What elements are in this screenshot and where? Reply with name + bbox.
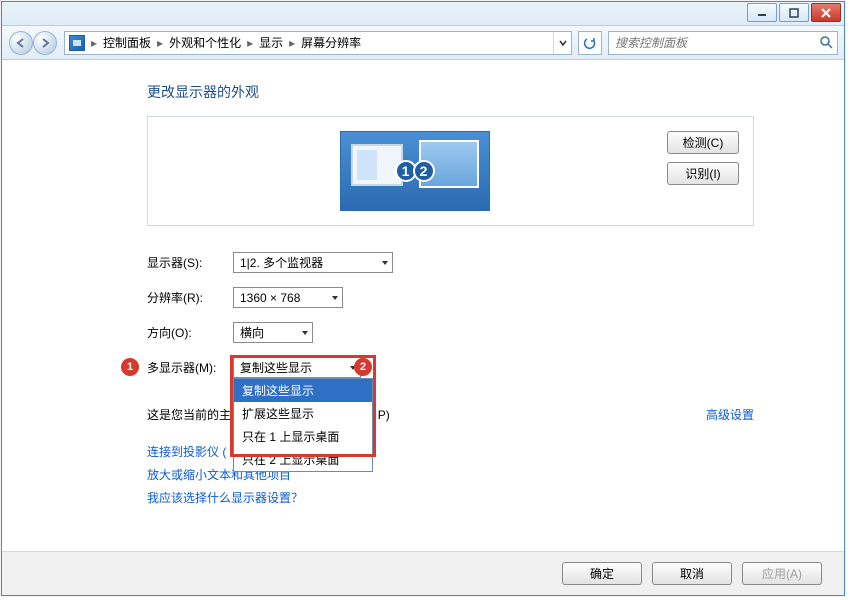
window-frame: ▸ 控制面板 ▸ 外观和个性化 ▸ 显示 ▸ 屏幕分辨率 更改显示器的外观 (1, 1, 845, 596)
multi-display-select[interactable]: 复制这些显示 (233, 357, 361, 378)
titlebar (2, 2, 844, 26)
control-panel-icon (69, 35, 85, 51)
cancel-button[interactable]: 取消 (652, 562, 732, 585)
orientation-label: 方向(O): (147, 324, 233, 341)
breadcrumb-item-display[interactable]: 显示 (255, 34, 287, 51)
close-icon (821, 8, 831, 18)
maximize-icon (789, 8, 799, 18)
orientation-select[interactable]: 横向 (233, 322, 313, 343)
chevron-right-icon: ▸ (245, 36, 255, 50)
footer-button-bar: 确定 取消 应用(A) (2, 551, 844, 595)
refresh-icon (583, 36, 597, 50)
multi-option-extend[interactable]: 扩展这些显示 (234, 402, 372, 425)
monitor-1-thumb[interactable] (351, 144, 403, 186)
annotation-marker-1: 1 (121, 358, 139, 376)
multi-display-select-value: 复制这些显示 (240, 359, 312, 376)
nav-buttons (8, 30, 58, 56)
chevron-down-icon (559, 39, 567, 47)
multi-display-dropdown[interactable]: 复制这些显示 扩展这些显示 只在 1 上显示桌面 只在 2 上显示桌面 (233, 378, 373, 472)
ok-button[interactable]: 确定 (562, 562, 642, 585)
navbar: ▸ 控制面板 ▸ 外观和个性化 ▸ 显示 ▸ 屏幕分辨率 (2, 26, 844, 60)
main-display-text-suffix: P) (378, 408, 390, 422)
minimize-icon (757, 8, 767, 18)
multi-option-only-2[interactable]: 只在 2 上显示桌面 (234, 448, 372, 471)
breadcrumb[interactable]: ▸ 控制面板 ▸ 外观和个性化 ▸ 显示 ▸ 屏幕分辨率 (64, 31, 572, 55)
search-icon (819, 35, 833, 52)
chevron-down-icon (331, 291, 339, 305)
preview-side-buttons: 检测(C) 识别(I) (667, 131, 739, 185)
chevron-right-icon: ▸ (155, 36, 165, 50)
content-area: 更改显示器的外观 1 2 检测(C) 识别(I) 显示器(S): (2, 60, 844, 551)
projector-link[interactable]: 连接到投影仪 ( (147, 445, 226, 459)
display-preview-panel: 1 2 检测(C) 识别(I) (147, 116, 754, 226)
search-input[interactable] (613, 35, 833, 51)
main-display-text-prefix: 这是您当前的主 (147, 408, 231, 422)
refresh-button[interactable] (578, 31, 602, 55)
display-select[interactable]: 1|2. 多个监视器 (233, 252, 393, 273)
page-title: 更改显示器的外观 (147, 82, 754, 102)
row-orientation: 方向(O): 横向 (147, 322, 754, 343)
monitor-number-badge: 1 2 (397, 160, 433, 182)
row-display: 显示器(S): 1|2. 多个监视器 (147, 252, 754, 273)
multi-option-only-1[interactable]: 只在 1 上显示桌面 (234, 425, 372, 448)
resolution-select-value: 1360 × 768 (240, 291, 300, 305)
forward-button[interactable] (33, 31, 57, 55)
forward-icon (39, 37, 51, 49)
detect-button[interactable]: 检测(C) (667, 131, 739, 154)
window-controls (747, 3, 841, 22)
chevron-down-icon (301, 326, 309, 340)
row-multi-display: 多显示器(M): 复制这些显示 1 2 复制这些显示 扩展这些显示 只在 1 上… (147, 357, 754, 378)
breadcrumb-item-control-panel[interactable]: 控制面板 (99, 34, 155, 51)
maximize-button[interactable] (779, 3, 809, 22)
row-resolution: 分辨率(R): 1360 × 768 (147, 287, 754, 308)
identify-button[interactable]: 识别(I) (667, 162, 739, 185)
chevron-right-icon: ▸ (287, 36, 297, 50)
display-label: 显示器(S): (147, 254, 233, 271)
advanced-settings-link[interactable]: 高级设置 (706, 406, 754, 423)
monitor-thumbnails: 1 2 (340, 131, 490, 211)
apply-button[interactable]: 应用(A) (742, 562, 822, 585)
close-button[interactable] (811, 3, 841, 22)
minimize-button[interactable] (747, 3, 777, 22)
back-icon (15, 37, 27, 49)
breadcrumb-item-appearance[interactable]: 外观和个性化 (165, 34, 245, 51)
which-display-link[interactable]: 我应该选择什么显示器设置？ (147, 491, 303, 505)
resolution-label: 分辨率(R): (147, 289, 233, 306)
chevron-down-icon (381, 256, 389, 270)
back-button[interactable] (9, 31, 33, 55)
multi-display-label: 多显示器(M): (147, 359, 233, 376)
search-box[interactable] (608, 31, 838, 55)
annotation-marker-2: 2 (354, 358, 372, 376)
breadcrumb-item-resolution[interactable]: 屏幕分辨率 (297, 34, 365, 51)
resolution-select[interactable]: 1360 × 768 (233, 287, 343, 308)
monitor-preview[interactable]: 1 2 (162, 131, 667, 211)
chevron-right-icon: ▸ (89, 36, 99, 50)
multi-option-duplicate[interactable]: 复制这些显示 (234, 379, 372, 402)
monitor-badge-2: 2 (413, 160, 435, 182)
display-select-value: 1|2. 多个监视器 (240, 254, 323, 271)
orientation-select-value: 横向 (240, 324, 264, 341)
breadcrumb-dropdown[interactable] (553, 32, 571, 54)
